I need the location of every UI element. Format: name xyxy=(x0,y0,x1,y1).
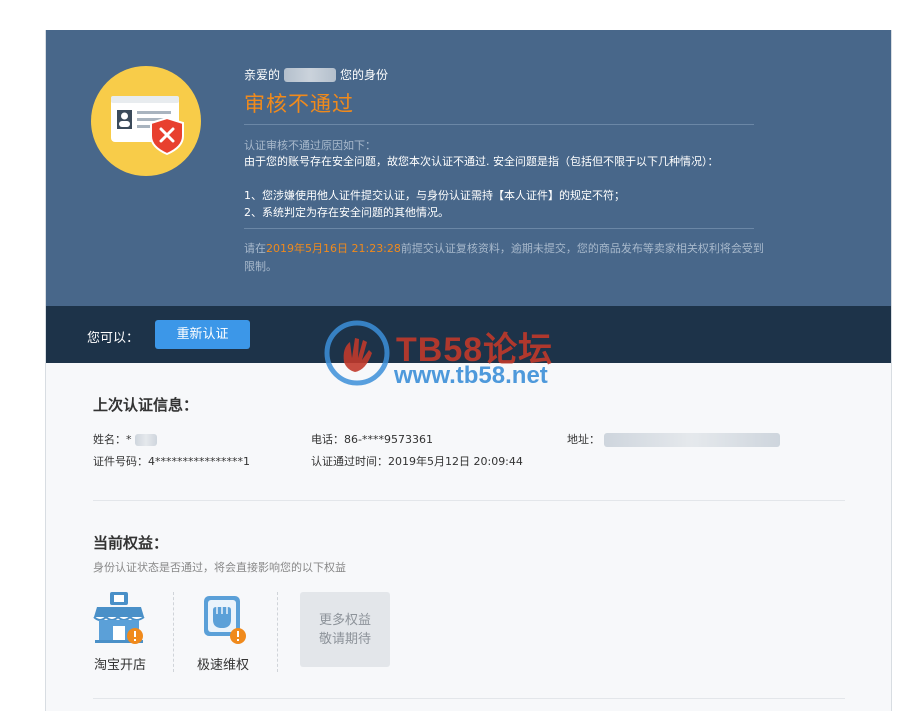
name-value: * xyxy=(126,433,132,446)
greeting-suffix: 您的身份 xyxy=(340,68,389,82)
verified-time-value: 2019年5月12日 20:09:44 xyxy=(388,455,523,468)
page: 亲爱的 您的身份 审核不通过 认证审核不通过原因如下： 由于您的账号存在安全问题… xyxy=(0,0,897,711)
masked-name xyxy=(135,434,157,446)
status-title: 审核不通过 xyxy=(244,92,354,116)
reason-list: 1、您涉嫌使用他人证件提交认证，与身份认证需持【本人证件】的规定不符； 2、系统… xyxy=(244,187,625,221)
phone-label: 电话： xyxy=(311,433,344,446)
action-label: 您可以： xyxy=(87,331,140,346)
right-label: 极速维权 xyxy=(196,658,249,673)
right-item-fast-rights[interactable]: 极速维权 xyxy=(183,590,263,676)
name-field: 姓名：* xyxy=(93,431,157,447)
name-label: 姓名： xyxy=(93,433,126,446)
verified-time-label: 认证通过时间： xyxy=(311,455,388,468)
rights-title: 当前权益： xyxy=(93,534,169,552)
more-rights-line1: 更多权益 xyxy=(318,613,371,628)
masked-username xyxy=(284,67,337,82)
deadline-datetime: 2019年5月16日 21:23:28 xyxy=(266,242,401,255)
verification-panel: 亲爱的 您的身份 审核不通过 认证审核不通过原因如下： 由于您的账号存在安全问题… xyxy=(45,30,892,711)
divider xyxy=(244,124,754,125)
phone-field: 电话：86-****9573361 xyxy=(311,431,433,447)
reason-heading: 认证审核不通过原因如下： xyxy=(244,139,376,152)
separator xyxy=(277,592,278,672)
phone-value: 86-****9573361 xyxy=(344,433,433,446)
watermark-logo-icon xyxy=(322,318,392,388)
right-item-open-shop[interactable]: 淘宝开店 xyxy=(80,590,160,676)
section-divider xyxy=(93,500,845,501)
more-rights-line2: 敬请期待 xyxy=(318,632,371,647)
reason-item: 2、系统判定为存在安全问题的其他情况。 xyxy=(244,206,449,219)
verified-time-field: 认证通过时间：2019年5月12日 20:09:44 xyxy=(311,453,523,469)
id-value: 4****************1 xyxy=(148,455,250,468)
more-rights-placeholder: 更多权益 敬请期待 xyxy=(300,592,390,667)
address-field: 地址： xyxy=(567,431,780,447)
reverify-button[interactable]: 重新认证 xyxy=(155,320,250,349)
masked-address xyxy=(603,433,780,447)
deadline-notice: 请在2019年5月16日 21:23:28前提交认证复核资料，逾期未提交，您的商… xyxy=(244,240,764,276)
greeting-prefix: 亲爱的 xyxy=(244,68,281,82)
last-info-title: 上次认证信息： xyxy=(93,396,199,414)
shop-icon xyxy=(93,592,145,644)
watermark-url: www.tb58.net xyxy=(394,362,548,389)
reason-main: 由于您的账号存在安全问题，故您本次认证不通过. 安全问题是指（包括但不限于以下几… xyxy=(244,155,719,168)
greeting: 亲爱的 您的身份 xyxy=(244,66,388,83)
status-banner: 亲爱的 您的身份 审核不通过 认证审核不通过原因如下： 由于您的账号存在安全问题… xyxy=(46,30,891,306)
reason-item: 1、您涉嫌使用他人证件提交认证，与身份认证需持【本人证件】的规定不符； xyxy=(244,189,625,202)
separator xyxy=(173,592,174,672)
right-label: 淘宝开店 xyxy=(93,658,146,673)
address-label: 地址： xyxy=(567,433,600,446)
divider xyxy=(244,228,754,229)
id-label: 证件号码： xyxy=(93,455,148,468)
id-card-rejected-icon xyxy=(91,66,201,176)
deadline-prefix: 请在 xyxy=(244,242,266,255)
fist-icon xyxy=(204,596,246,644)
id-number-field: 证件号码：4****************1 xyxy=(93,453,250,469)
rights-description: 身份认证状态是否通过，将会直接影响您的以下权益 xyxy=(93,561,346,574)
section-divider xyxy=(93,698,845,699)
